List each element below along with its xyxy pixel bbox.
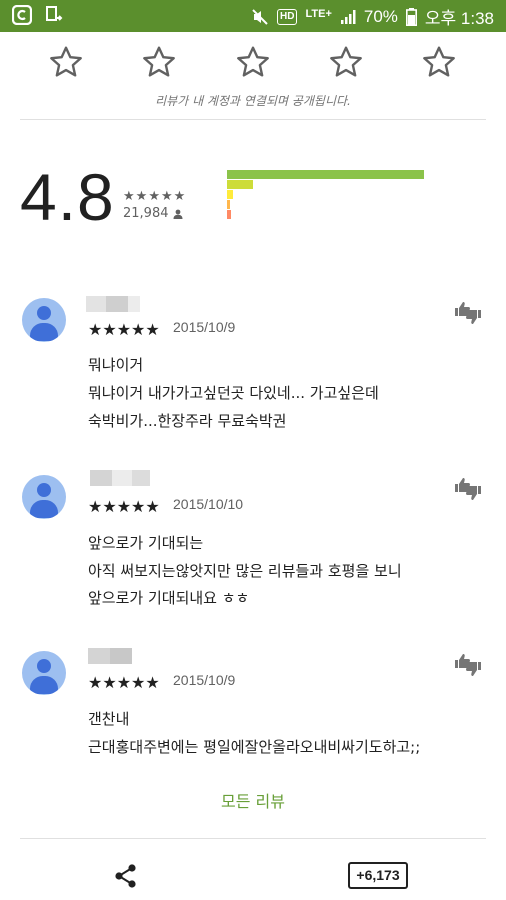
rating-bar-4 [227, 180, 253, 189]
review-date: 2015/10/9 [173, 319, 236, 335]
avatar[interactable] [22, 651, 66, 695]
total-ratings-count: 21,984 [123, 206, 169, 221]
hd-icon: HD [277, 8, 298, 25]
rate-star-5[interactable] [421, 44, 457, 80]
plus-one-button[interactable]: +6,173 [348, 862, 408, 889]
review-text-line: 아직 써보지는않앗지만 많은 리뷰들과 호평을 보니 [88, 562, 402, 580]
thumbs-up-down-icon[interactable] [453, 300, 483, 326]
reviewer-name-blurred [90, 470, 150, 486]
status-bar-left [12, 5, 64, 25]
half-star-icon: ★ [173, 189, 186, 204]
all-reviews-link[interactable]: 모든 리뷰 [0, 788, 506, 812]
review-title: 갠찬내 [88, 710, 130, 728]
rate-stars-row [0, 44, 506, 84]
review-stars: ★★★★★ [88, 320, 160, 339]
rate-star-3[interactable] [235, 44, 271, 80]
star-icon: ★ [123, 189, 135, 204]
star-icon: ★ [135, 189, 148, 204]
battery-icon [405, 7, 417, 26]
thumbs-up-down-icon[interactable] [453, 476, 483, 502]
review-date: 2015/10/9 [173, 672, 236, 688]
thumbs-up-down-icon[interactable] [453, 652, 483, 678]
average-score: 4.8 [20, 160, 115, 234]
divider [20, 838, 486, 839]
review-text-line: 뭐냐이거 내가가고싶던곳 다있네... 가고싶은데 [88, 384, 379, 402]
battery-percent: 70% [363, 6, 398, 26]
review-text-line: 숙박비가...한장주라 무료숙박권 [88, 412, 287, 430]
clock: 오후 1:38 [424, 9, 494, 28]
status-bar: HD LTE+ 70% 오후 1:38 [0, 0, 506, 32]
rating-bar-3 [227, 190, 233, 199]
review-public-note: 리뷰가 내 계정과 연결되며 공개됩니다. [155, 94, 351, 108]
rating-bar-1 [227, 210, 231, 219]
reviewer-name-blurred [86, 296, 140, 312]
total-ratings: 21,984 [123, 206, 183, 221]
star-icon: ★ [148, 189, 160, 204]
review-title: 뭐냐이거 [88, 356, 144, 374]
share-icon[interactable] [112, 862, 140, 890]
mute-icon [251, 8, 269, 26]
avatar[interactable] [22, 475, 66, 519]
star-icon: ★ [160, 189, 173, 204]
person-icon [173, 209, 182, 219]
signal-icon [340, 9, 356, 25]
rate-star-2[interactable] [141, 44, 177, 80]
rating-distribution [227, 170, 424, 220]
rating-bar-2 [227, 200, 230, 209]
review-stars: ★★★★★ [88, 673, 160, 692]
screen-icon [44, 5, 64, 25]
app-icon [12, 5, 32, 25]
review-text-line: 앞으로가 기대되내요 ㅎㅎ [88, 589, 250, 607]
avatar[interactable] [22, 298, 66, 342]
review-text-line: 근대홍대주변에는 평일에잘안올라오내비싸기도하고;; [88, 738, 421, 756]
review-title: 앞으로가 기대되는 [88, 534, 204, 552]
reviewer-name-blurred [88, 648, 132, 664]
status-bar-right: HD LTE+ 70% 오후 1:38 [251, 4, 494, 29]
rating-bar-5 [227, 170, 424, 179]
divider [20, 119, 486, 120]
rate-star-1[interactable] [48, 44, 84, 80]
lte-icon: LTE+ [305, 7, 332, 20]
review-date: 2015/10/10 [173, 496, 244, 512]
average-stars: ★ ★ ★ ★ ★ [123, 190, 185, 204]
review-stars: ★★★★★ [88, 497, 160, 516]
rate-star-4[interactable] [328, 44, 364, 80]
